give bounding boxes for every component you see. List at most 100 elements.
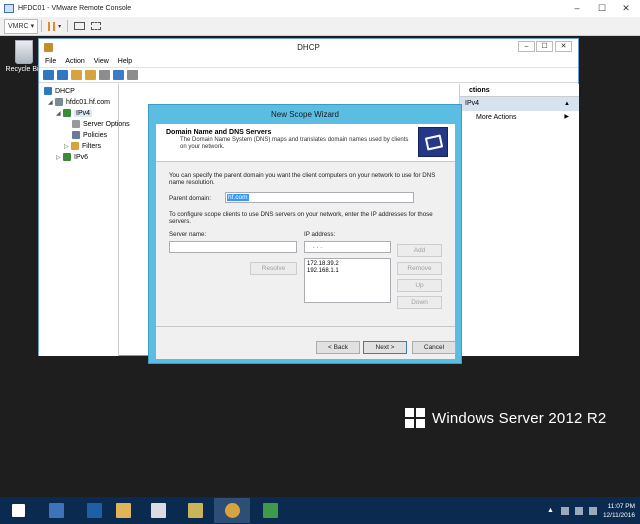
collapse-arrow-icon[interactable]: ▲ — [564, 97, 570, 111]
tree-label: hfdc01.hf.com — [66, 98, 110, 106]
down-button[interactable]: Down — [397, 296, 442, 309]
button-divider — [156, 326, 455, 327]
properties-icon[interactable] — [127, 70, 138, 80]
ip-address-input[interactable]: . . . — [304, 241, 391, 253]
export-list-icon[interactable] — [99, 70, 110, 80]
maximize-button[interactable]: ☐ — [536, 41, 553, 52]
tree-label: DHCP — [55, 87, 75, 95]
resolve-button[interactable]: Resolve — [250, 262, 297, 275]
ipv4-icon — [63, 109, 71, 117]
server-name-label: Server name: — [169, 231, 207, 238]
tree-item-dhcp[interactable]: DHCP — [44, 87, 75, 95]
send-ctrl-alt-del-button[interactable] — [71, 19, 88, 34]
dhcp-titlebar: DHCP – ☐ ✕ — [39, 39, 578, 56]
tree-item-server-options[interactable]: Server Options — [72, 120, 130, 128]
list-item[interactable]: 192.168.1.1 — [305, 268, 390, 275]
tree-item-filters[interactable]: ▷ Filters — [64, 142, 101, 150]
menu-bar: File Action View Help — [39, 56, 578, 68]
dhcp-icon — [44, 87, 52, 95]
vmware-window-title: HFDC01 - VMware Remote Console — [18, 5, 132, 12]
vmrc-label: VMRC — [8, 22, 29, 30]
windows-start-icon — [11, 504, 25, 517]
show-hide-tree-icon[interactable] — [85, 70, 96, 80]
monitor-icon — [74, 22, 86, 30]
pause-button[interactable]: ▾ — [45, 19, 64, 34]
collapse-icon[interactable]: ◢ — [48, 99, 54, 106]
back-button[interactable]: < Back — [316, 341, 360, 354]
actions-section-label: IPv4 — [465, 100, 480, 107]
dns-config-text: To configure scope clients to use DNS se… — [169, 211, 433, 225]
ipv6-icon — [63, 153, 71, 161]
remove-button[interactable]: Remove — [397, 262, 442, 275]
server-name-input[interactable] — [169, 241, 297, 253]
toolbar-divider — [41, 20, 43, 32]
flag-icon[interactable] — [560, 506, 569, 515]
back-arrow-icon[interactable] — [43, 70, 54, 80]
network-status-icon[interactable] — [574, 506, 583, 515]
taskbar-notepad[interactable] — [140, 498, 176, 523]
taskbar-file-explorer[interactable] — [105, 498, 141, 523]
menu-file[interactable]: File — [45, 58, 56, 65]
vmrc-menu-button[interactable]: VMRC ▾ — [4, 18, 39, 34]
tree-item-ipv4[interactable]: ◢ IPv4 — [56, 109, 93, 117]
close-button[interactable]: ✕ — [555, 41, 572, 52]
windows-logo-icon — [405, 408, 425, 428]
tree-label: IPv6 — [74, 153, 89, 161]
server-icon — [55, 98, 63, 106]
taskbar-server-manager[interactable] — [38, 498, 74, 523]
actions-section-ipv4[interactable]: IPv4 ▲ — [460, 97, 579, 111]
ip-address-label: IP address: — [304, 231, 336, 238]
dhcp-icon — [224, 503, 240, 518]
taskbar-tool[interactable] — [177, 498, 213, 523]
minimize-button[interactable]: – — [518, 41, 535, 52]
cancel-button[interactable]: Cancel — [412, 341, 456, 354]
menu-view[interactable]: View — [94, 58, 109, 65]
dhcp-window-title: DHCP — [297, 43, 320, 52]
tree-label: Filters — [82, 142, 102, 150]
expand-icon[interactable]: ▷ — [64, 143, 70, 150]
pause-icon — [48, 21, 56, 31]
tree-label: IPv4 — [74, 109, 93, 117]
add-button[interactable]: Add — [397, 244, 442, 257]
more-actions-item[interactable]: More Actions ▶ — [460, 111, 579, 124]
taskbar-network[interactable] — [252, 498, 288, 523]
branding-text: Windows Server 2012 R2 — [432, 409, 607, 427]
parent-domain-value: hf.com — [227, 194, 249, 201]
taskbar-dhcp[interactable] — [214, 498, 250, 523]
chevron-down-icon: ▾ — [30, 23, 35, 30]
keyboard-icon[interactable] — [588, 506, 597, 515]
actions-header: ctions — [460, 84, 579, 97]
filters-icon — [71, 142, 79, 150]
system-tray: ▲ 11:07 PM 12/11/2016 — [547, 497, 640, 524]
recycle-bin-label: Recycle Bin — [5, 66, 43, 73]
fullscreen-button[interactable] — [88, 19, 104, 34]
close-button[interactable]: ✕ — [615, 0, 637, 17]
policies-icon — [72, 131, 80, 139]
tree-label: Server Options — [83, 120, 130, 128]
clock[interactable]: 11:07 PM 12/11/2016 — [603, 502, 635, 520]
parent-domain-input[interactable]: hf.com — [225, 192, 414, 203]
help-icon[interactable] — [113, 70, 124, 80]
menu-help[interactable]: Help — [118, 58, 132, 65]
tree-item-ipv6[interactable]: ▷ IPv6 — [56, 153, 88, 161]
menu-action[interactable]: Action — [65, 58, 84, 65]
collapse-icon[interactable]: ◢ — [56, 110, 62, 117]
forward-arrow-icon[interactable] — [57, 70, 68, 80]
up-folder-icon[interactable] — [71, 70, 82, 80]
vmware-toolbar: VMRC ▾ ▾ — [0, 17, 640, 36]
start-button[interactable] — [0, 498, 36, 523]
show-hidden-icons-icon[interactable]: ▲ — [547, 507, 555, 515]
recycle-bin-icon — [15, 40, 33, 64]
maximize-button[interactable]: ☐ — [591, 0, 613, 17]
console-tree: DHCP ◢ hfdc01.hf.com ◢ IPv4 Server Optio… — [39, 84, 130, 356]
up-button[interactable]: Up — [397, 279, 442, 292]
expand-icon[interactable]: ▷ — [56, 154, 62, 161]
dns-server-list[interactable]: 172.18.39.2 192.168.1.1 — [304, 258, 391, 303]
intro-text: You can specify the parent domain you wa… — [169, 172, 436, 186]
tree-item-server[interactable]: ◢ hfdc01.hf.com — [48, 98, 110, 106]
tree-item-policies[interactable]: Policies — [72, 131, 107, 139]
next-button[interactable]: Next > — [363, 341, 407, 354]
wizard-body: Domain Name and DNS Servers The Domain N… — [156, 124, 456, 359]
clock-time: 11:07 PM — [607, 502, 635, 510]
minimize-button[interactable]: – — [566, 0, 588, 17]
